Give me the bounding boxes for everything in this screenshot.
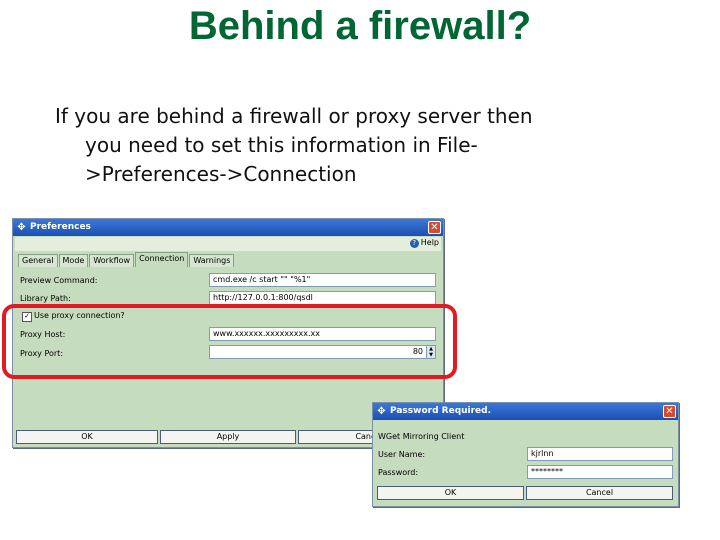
ok-button[interactable]: OK bbox=[16, 430, 158, 444]
close-icon: ✕ bbox=[430, 222, 439, 233]
password-input[interactable]: ******** bbox=[527, 465, 673, 479]
body-line-2: you need to set this information in File… bbox=[85, 133, 478, 157]
menu-help-label: Help bbox=[420, 238, 439, 247]
menu-help[interactable]: ? Help bbox=[409, 238, 439, 248]
apply-button[interactable]: Apply bbox=[160, 430, 296, 444]
tab-mode[interactable]: Mode bbox=[58, 254, 89, 267]
slide-title: Behind a firewall? bbox=[188, 4, 532, 48]
password-dialog-title: Password Required. bbox=[390, 406, 492, 416]
password-label: Password: bbox=[378, 468, 419, 477]
tab-connection[interactable]: Connection bbox=[135, 252, 189, 267]
password-ok-button[interactable]: OK bbox=[377, 486, 524, 500]
password-dialog-subtitle: WGet Mirroring Client bbox=[378, 432, 465, 441]
preview-command-label: Preview Command: bbox=[20, 276, 98, 285]
preview-command-input[interactable]: cmd.exe /c start "" "%1" bbox=[209, 273, 436, 287]
password-dialog: ✥ Password Required. ✕ WGet Mirroring Cl… bbox=[372, 402, 679, 507]
body-line-1: If you are behind a firewall or proxy se… bbox=[55, 104, 533, 128]
password-titlebar[interactable]: ✥ Password Required. ✕ bbox=[373, 403, 678, 420]
user-name-input[interactable]: kjrlnn bbox=[527, 447, 673, 461]
library-path-label: Library Path: bbox=[20, 294, 71, 303]
slide-body-text: If you are behind a firewall or proxy se… bbox=[55, 102, 655, 189]
app-icon: ✥ bbox=[377, 406, 386, 417]
preferences-title: Preferences bbox=[30, 222, 91, 232]
help-icon: ? bbox=[409, 239, 419, 248]
library-path-input[interactable]: http://127.0.0.1:800/qsdl bbox=[209, 291, 436, 305]
close-button[interactable]: ✕ bbox=[428, 221, 441, 234]
menu-bar: ? Help bbox=[15, 237, 441, 251]
password-cancel-button[interactable]: Cancel bbox=[526, 486, 673, 500]
tab-warnings[interactable]: Warnings bbox=[189, 254, 235, 267]
tab-general[interactable]: General bbox=[18, 254, 58, 267]
body-line-3: >Preferences->Connection bbox=[85, 162, 357, 186]
password-close-button[interactable]: ✕ bbox=[663, 405, 676, 418]
proxy-highlight-outline bbox=[2, 304, 457, 379]
user-name-label: User Name: bbox=[378, 450, 426, 459]
tab-strip: General Mode Workflow Connection Warnings bbox=[18, 252, 235, 267]
tab-workflow[interactable]: Workflow bbox=[89, 254, 135, 267]
app-icon: ✥ bbox=[17, 222, 26, 233]
close-icon: ✕ bbox=[665, 406, 674, 417]
preferences-titlebar[interactable]: ✥ Preferences ✕ bbox=[13, 219, 443, 236]
